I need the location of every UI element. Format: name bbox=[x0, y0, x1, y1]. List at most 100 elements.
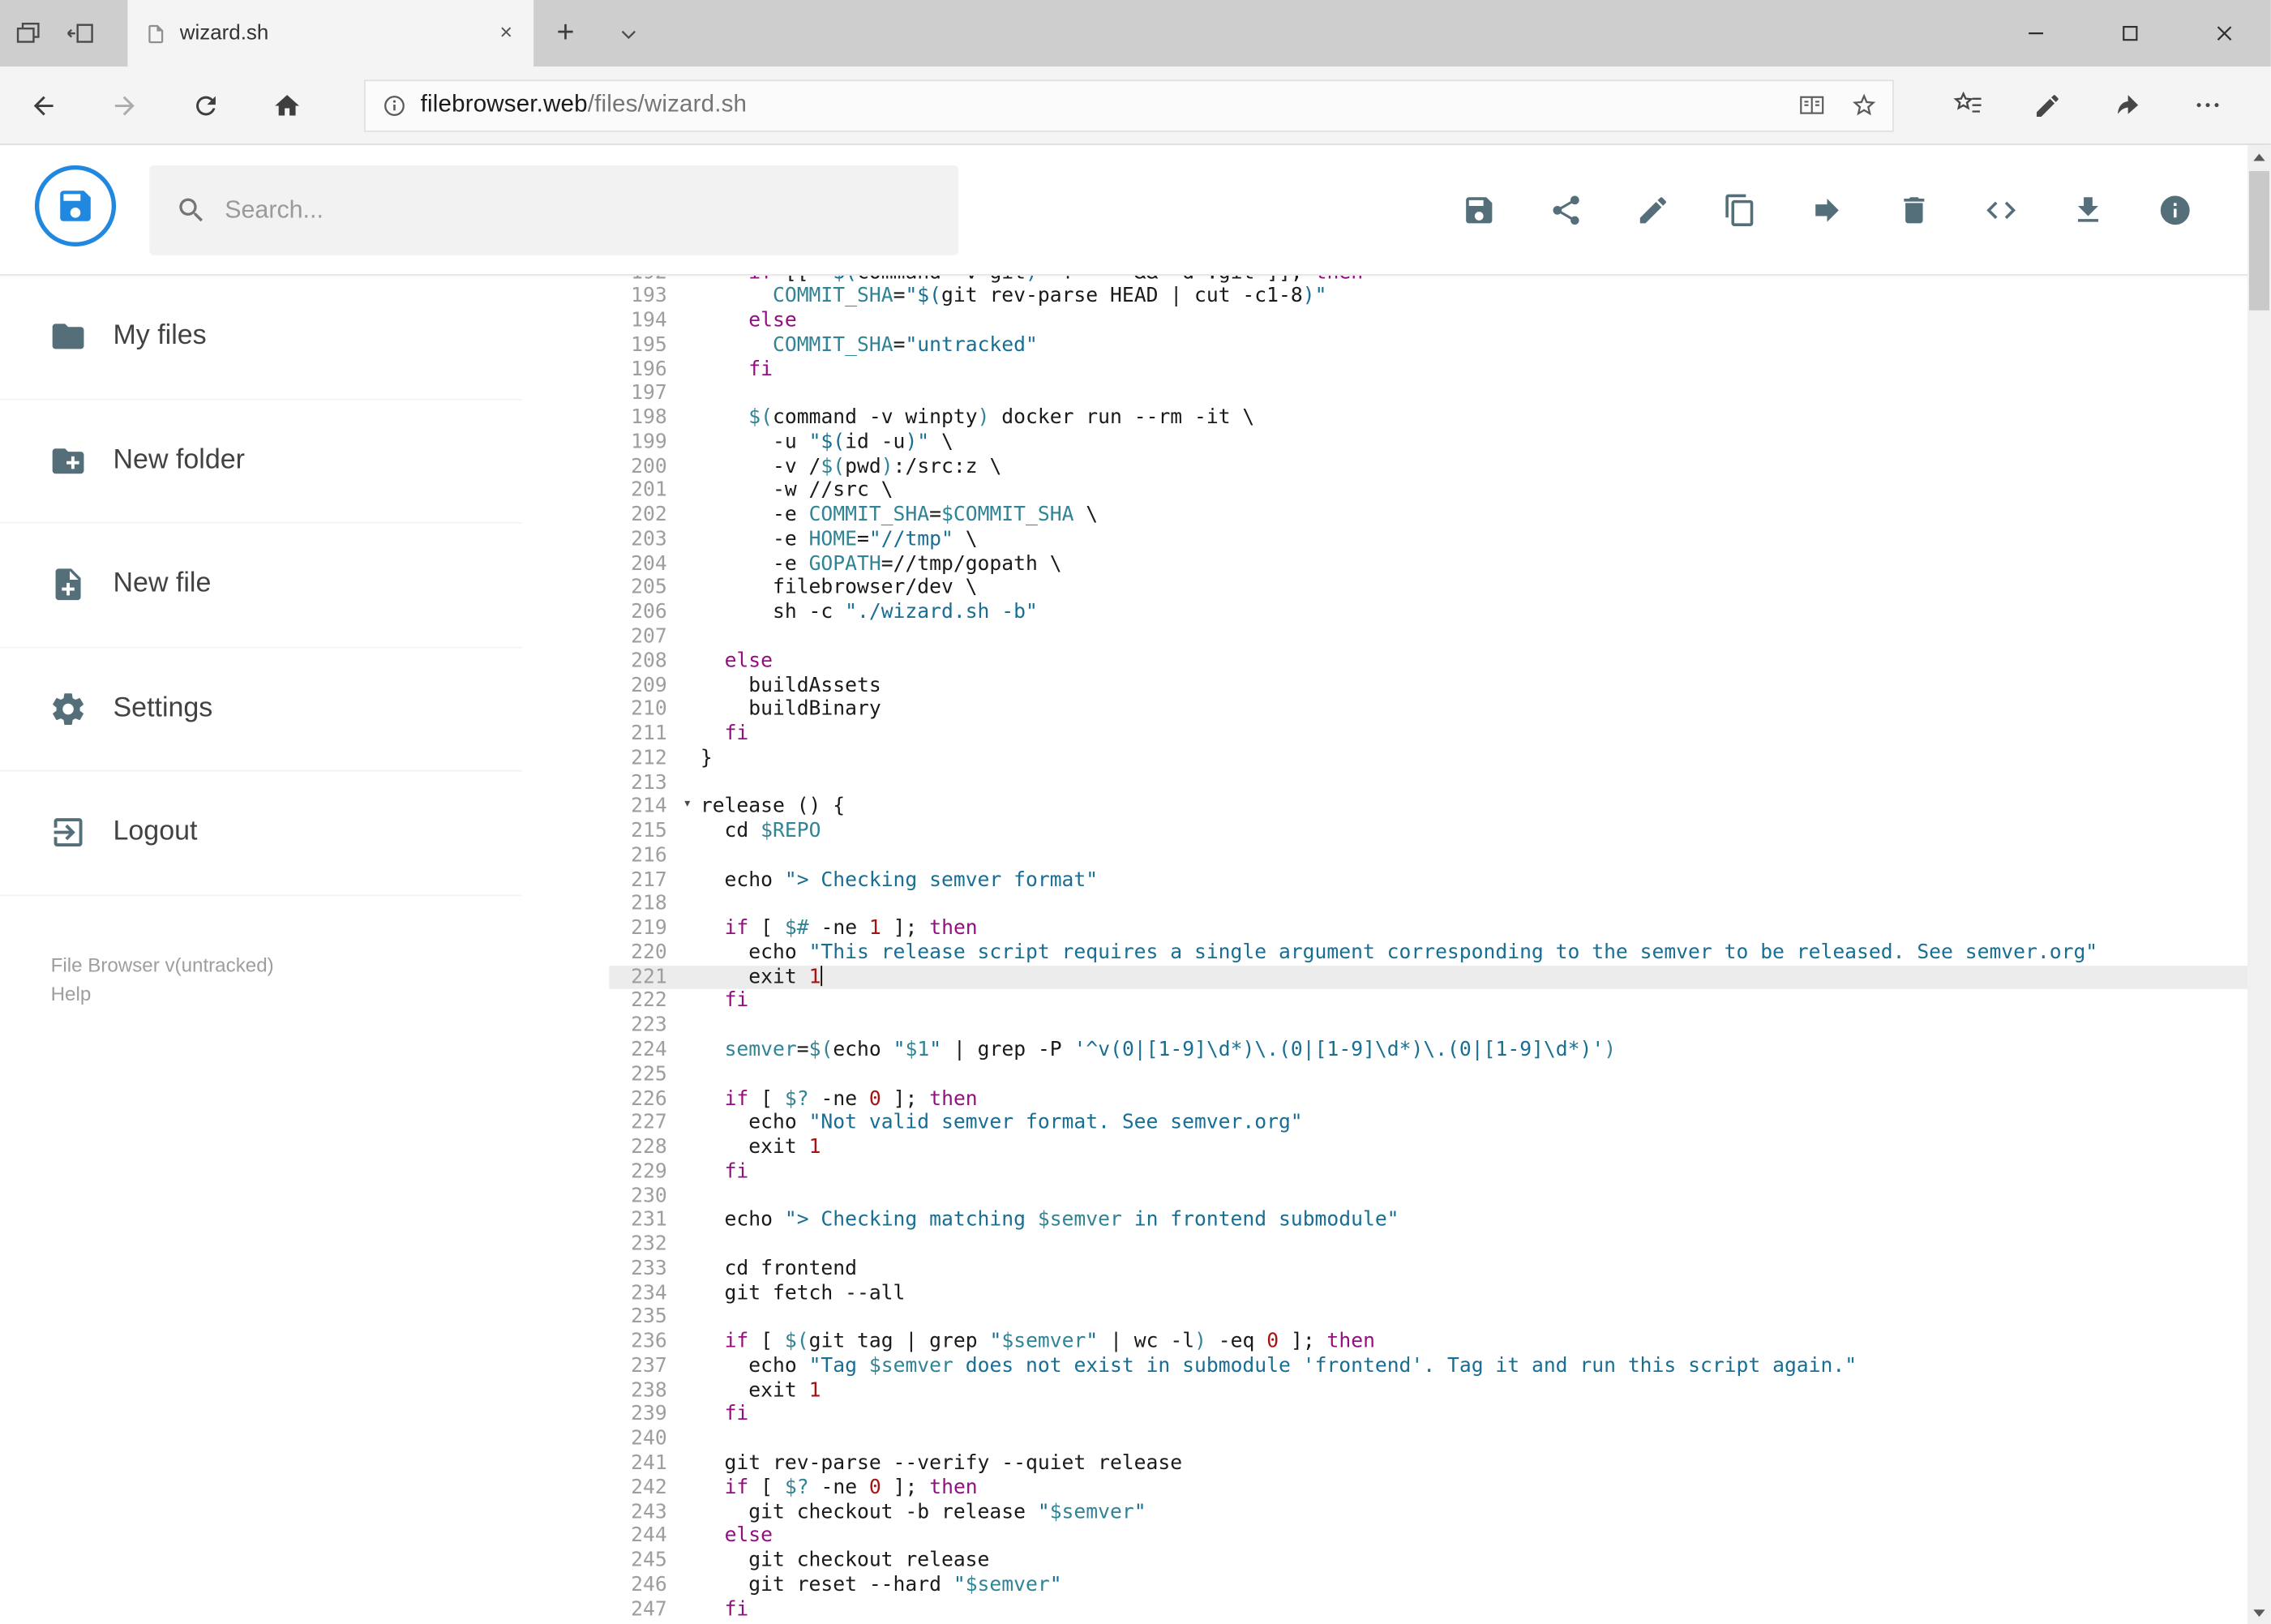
code-line[interactable]: 246 git reset --hard "$semver" bbox=[609, 1573, 2247, 1597]
code-line[interactable]: 242 if [ $? -ne 0 ]; then bbox=[609, 1476, 2247, 1500]
code-line[interactable]: 204 -e GOPATH=//tmp/gopath \ bbox=[609, 552, 2247, 576]
sidebar-item-logout[interactable]: Logout bbox=[0, 771, 522, 896]
reading-view-button[interactable] bbox=[1785, 82, 1837, 128]
code-line[interactable]: 243 git checkout -b release "$semver" bbox=[609, 1500, 2247, 1524]
page-scrollbar[interactable] bbox=[2247, 144, 2271, 1624]
share-button[interactable] bbox=[2097, 76, 2157, 135]
sidebar-item-settings[interactable]: Settings bbox=[0, 648, 522, 772]
code-line[interactable]: 203 -e HOME="//tmp" \ bbox=[609, 528, 2247, 552]
code-line[interactable]: 201 -w //src \ bbox=[609, 479, 2247, 503]
scroll-down-button[interactable] bbox=[2247, 1601, 2271, 1624]
back-button[interactable] bbox=[15, 76, 73, 135]
code-line[interactable]: 219 if [ $# -ne 1 ]; then bbox=[609, 917, 2247, 941]
code-line[interactable]: 202 -e COMMIT_SHA=$COMMIT_SHA \ bbox=[609, 503, 2247, 528]
fold-toggle-icon[interactable]: ▾ bbox=[683, 794, 692, 818]
code-line[interactable]: 222 fi bbox=[609, 990, 2247, 1014]
code-line[interactable]: 245 git checkout release bbox=[609, 1549, 2247, 1573]
code-line[interactable]: 211 fi bbox=[609, 722, 2247, 747]
forward-button[interactable] bbox=[96, 76, 154, 135]
code-line[interactable]: 194 else bbox=[609, 309, 2247, 333]
code-line[interactable]: 229 fi bbox=[609, 1159, 2247, 1184]
code-line[interactable]: 227 echo "Not valid semver format. See s… bbox=[609, 1112, 2247, 1136]
home-button[interactable] bbox=[258, 76, 316, 135]
save-button[interactable] bbox=[1462, 193, 1497, 228]
delete-button[interactable] bbox=[1896, 193, 1931, 228]
code-line[interactable]: 199 -u "$(id -u)" \ bbox=[609, 431, 2247, 455]
code-line[interactable]: 221 exit 1 bbox=[609, 965, 2248, 990]
code-line[interactable]: 213 bbox=[609, 771, 2247, 795]
code-line[interactable]: 223 bbox=[609, 1014, 2247, 1039]
code-line[interactable]: 241 git rev-parse --verify --quiet relea… bbox=[609, 1451, 2247, 1476]
window-close-button[interactable] bbox=[2177, 0, 2271, 66]
code-line[interactable]: 231 echo "> Checking matching $semver in… bbox=[609, 1208, 2247, 1232]
url-text[interactable]: filebrowser.web/files/wizard.sh bbox=[421, 92, 1785, 119]
window-maximize-button[interactable] bbox=[2082, 0, 2176, 66]
code-line[interactable]: 207 bbox=[609, 625, 2247, 649]
search-input[interactable] bbox=[225, 195, 959, 225]
code-line[interactable]: 232 bbox=[609, 1232, 2247, 1257]
code-line[interactable]: 210 buildBinary bbox=[609, 698, 2247, 722]
code-line[interactable]: 239 fi bbox=[609, 1403, 2247, 1427]
code-line[interactable]: 226 if [ $? -ne 0 ]; then bbox=[609, 1087, 2247, 1112]
code-line[interactable]: 235 bbox=[609, 1305, 2247, 1330]
code-line[interactable]: 193 COMMIT_SHA="$(git rev-parse HEAD | c… bbox=[609, 285, 2247, 309]
move-button[interactable] bbox=[1810, 193, 1845, 228]
tabs-you-set-aside-button[interactable] bbox=[0, 0, 54, 66]
code-line[interactable]: 217 echo "> Checking semver format" bbox=[609, 868, 2247, 893]
app-logo[interactable] bbox=[34, 165, 117, 247]
code-line[interactable]: 233 cd frontend bbox=[609, 1257, 2247, 1281]
code-line[interactable]: 240 bbox=[609, 1427, 2247, 1451]
info-button[interactable] bbox=[2157, 193, 2192, 228]
code-line[interactable]: 247 fi bbox=[609, 1597, 2247, 1622]
search-box[interactable] bbox=[149, 165, 959, 255]
browser-tab[interactable]: wizard.sh × bbox=[127, 0, 534, 67]
sidebar-item-my-files[interactable]: My files bbox=[0, 276, 522, 400]
code-button[interactable] bbox=[1984, 193, 2019, 228]
code-line[interactable]: 195 COMMIT_SHA="untracked" bbox=[609, 333, 2247, 358]
copy-button[interactable] bbox=[1723, 193, 1758, 228]
code-line[interactable]: 197 bbox=[609, 382, 2247, 406]
code-line[interactable]: 237 echo "Tag $semver does not exist in … bbox=[609, 1354, 2247, 1378]
share-button[interactable] bbox=[1549, 193, 1583, 228]
add-favorite-button[interactable] bbox=[1837, 82, 1889, 128]
code-line[interactable]: 225 bbox=[609, 1063, 2247, 1087]
window-minimize-button[interactable] bbox=[1988, 0, 2082, 66]
address-bar[interactable]: filebrowser.web/files/wizard.sh bbox=[363, 79, 1894, 131]
code-line[interactable]: 230 bbox=[609, 1184, 2247, 1208]
code-line[interactable]: 206 sh -c "./wizard.sh -b" bbox=[609, 601, 2247, 625]
more-actions-button[interactable] bbox=[2177, 76, 2238, 135]
code-line[interactable]: 218 bbox=[609, 893, 2247, 917]
code-editor[interactable]: 192 if [[ "$(command -v git)" != "" && -… bbox=[609, 275, 2248, 1624]
code-line[interactable]: 220 echo "This release script requires a… bbox=[609, 941, 2247, 966]
tab-preview-toggle-button[interactable] bbox=[598, 0, 658, 66]
download-button[interactable] bbox=[2071, 193, 2106, 228]
tab-close-button[interactable]: × bbox=[487, 15, 525, 53]
scrollbar-thumb[interactable] bbox=[2248, 171, 2270, 311]
code-line[interactable]: 236 if [ $(git tag | grep "$semver" | wc… bbox=[609, 1330, 2247, 1354]
code-line[interactable]: 215 cd $REPO bbox=[609, 820, 2247, 844]
code-line[interactable]: 200 -v /$(pwd):/src:z \ bbox=[609, 455, 2247, 479]
code-line[interactable]: 234 git fetch --all bbox=[609, 1281, 2247, 1305]
edit-button[interactable] bbox=[1635, 193, 1670, 228]
sidebar-item-new-folder[interactable]: New folder bbox=[0, 400, 522, 524]
code-line[interactable]: 209 buildAssets bbox=[609, 674, 2247, 698]
code-line[interactable]: 224 semver=$(echo "$1" | grep -P '^v(0|[… bbox=[609, 1039, 2247, 1063]
sidebar-item-new-file[interactable]: New file bbox=[0, 524, 522, 648]
code-line[interactable]: 198 $(command -v winpty) docker run --rm… bbox=[609, 406, 2247, 431]
code-line[interactable]: 214 ▾ release () { bbox=[609, 795, 2247, 820]
web-note-button[interactable] bbox=[2017, 76, 2078, 135]
help-link[interactable]: Help bbox=[51, 980, 274, 1009]
refresh-button[interactable] bbox=[177, 76, 235, 135]
code-line[interactable]: 196 fi bbox=[609, 358, 2247, 382]
code-line[interactable]: 208 else bbox=[609, 649, 2247, 674]
site-info-button[interactable] bbox=[368, 82, 420, 128]
scroll-up-button[interactable] bbox=[2247, 145, 2271, 169]
set-tabs-aside-button[interactable] bbox=[54, 0, 107, 66]
new-tab-button[interactable]: + bbox=[533, 0, 598, 66]
code-line[interactable]: 228 exit 1 bbox=[609, 1136, 2247, 1160]
code-line[interactable]: 244 else bbox=[609, 1524, 2247, 1549]
hub-favorites-button[interactable] bbox=[1937, 76, 1998, 135]
code-line[interactable]: 192 if [[ "$(command -v git)" != "" && -… bbox=[609, 276, 2247, 285]
code-line[interactable]: 212} bbox=[609, 747, 2247, 771]
code-line[interactable]: 238 exit 1 bbox=[609, 1378, 2247, 1403]
